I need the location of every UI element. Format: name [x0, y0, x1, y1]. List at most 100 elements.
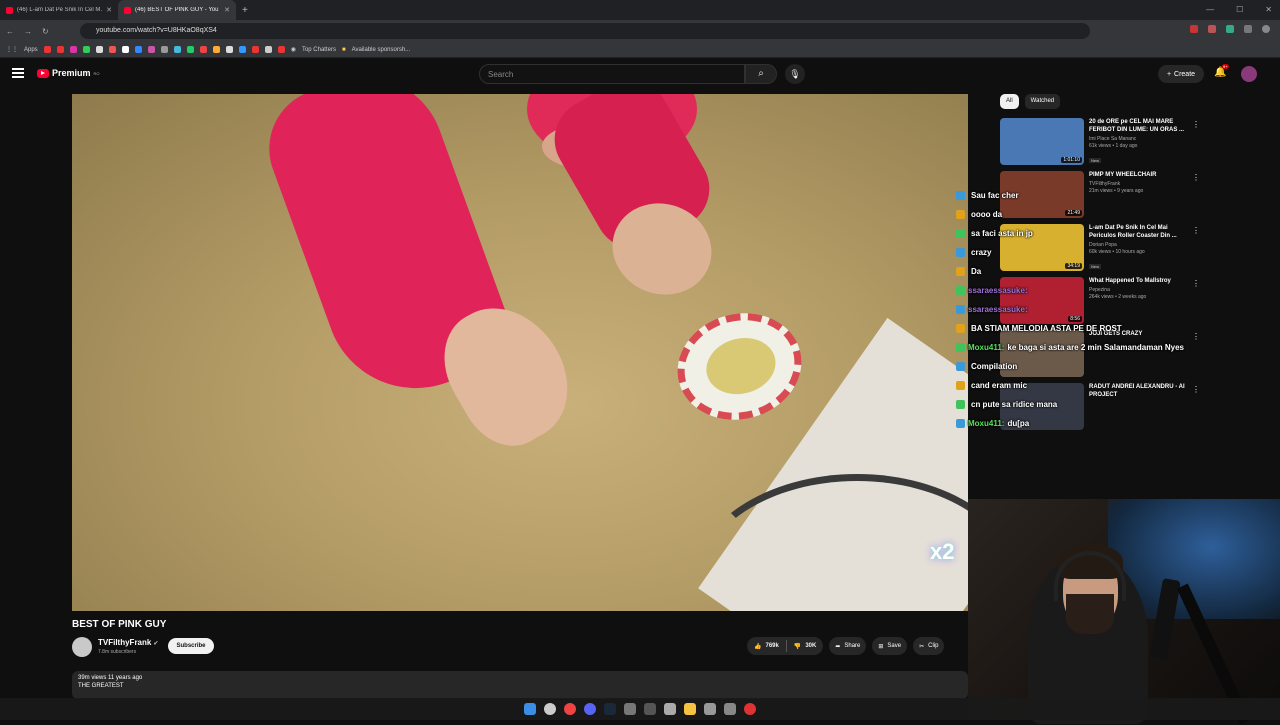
chat-username[interactable]: ssaraessasuke: [968, 286, 1028, 295]
back-icon[interactable]: ← [6, 27, 14, 36]
chip-all[interactable]: All [1000, 94, 1019, 109]
chat-message: ssaraessasuke: [956, 300, 1206, 319]
bookmark-icon[interactable] [277, 46, 285, 53]
subscribe-button[interactable]: Subscribe [168, 638, 214, 654]
dislike-button[interactable]: 👎 30K [787, 643, 824, 650]
app-icon[interactable] [664, 703, 676, 715]
chat-username[interactable]: Moxu411: [968, 343, 1004, 352]
more-options-icon[interactable]: ⋮ [1192, 120, 1200, 129]
bookmark-icon[interactable] [251, 46, 259, 53]
recommendation-title[interactable]: 20 de ORE pe CEL MAI MARE FERIBOT DIN LU… [1089, 118, 1194, 134]
like-button[interactable]: 👍 769k [747, 643, 786, 650]
channel-name[interactable]: TVFilthyFrank [98, 638, 151, 647]
extension-icon[interactable] [1226, 25, 1234, 33]
recommendation-channel[interactable]: Imi Place Sa Mananc [1089, 136, 1194, 142]
extension-icon[interactable] [1244, 25, 1252, 33]
new-tab-button[interactable]: + [242, 5, 248, 16]
window-close-icon[interactable]: ✕ [1265, 5, 1272, 14]
menu-icon[interactable] [12, 68, 24, 78]
chat-username[interactable]: ssaraessasuke: [968, 305, 1028, 314]
youtube-favicon-icon [6, 6, 13, 14]
view-meta: 39m views 11 years ago [78, 675, 143, 681]
browser-tab-active[interactable]: (46) BEST OF PINK GUY - YouTu... ✕ [118, 0, 236, 20]
chat-badge-icon [956, 210, 965, 219]
app-icon[interactable] [644, 703, 656, 715]
video-player[interactable]: x2 [72, 94, 968, 611]
taskbar-search-icon[interactable] [544, 703, 556, 715]
bookmark-icon[interactable] [134, 46, 142, 53]
bookmark-icon[interactable] [82, 46, 90, 53]
chat-text: Compilation [971, 362, 1018, 371]
discord-icon[interactable] [584, 703, 596, 715]
multiplier-badge: x2 [930, 539, 955, 564]
extension-icon[interactable] [1190, 25, 1198, 33]
browser-tab[interactable]: (46) L-am Dat Pe Snik In Cel M... ✕ [0, 0, 118, 20]
record-icon[interactable] [744, 703, 756, 715]
bookmark-sponsorships[interactable]: Available sponsorsh... [352, 47, 411, 53]
recommendation-title[interactable]: PIMP MY WHEELCHAIR [1089, 171, 1194, 179]
app-icon[interactable] [624, 703, 636, 715]
app-icon[interactable] [724, 703, 736, 715]
logo-text: Premium [52, 68, 91, 78]
windows-start-icon[interactable] [524, 703, 536, 715]
bookmark-icon[interactable] [147, 46, 155, 53]
extension-icon[interactable] [1208, 25, 1216, 33]
bookmark-icon[interactable] [56, 46, 64, 53]
bookmark-top-chatters[interactable]: Top Chatters [302, 47, 336, 53]
url-field[interactable]: youtube.com/watch?v=U8HKaO8qXS4 [80, 23, 1090, 39]
channel-name-row[interactable]: TVFilthyFrank ✔ [98, 638, 158, 647]
reload-icon[interactable]: ↻ [42, 27, 49, 36]
bookmark-icon[interactable] [95, 46, 103, 53]
close-tab-icon[interactable]: ✕ [106, 6, 112, 14]
bookmark-icon[interactable] [238, 46, 246, 53]
steam-icon[interactable] [604, 703, 616, 715]
avatar[interactable] [1241, 66, 1257, 82]
bookmark-icon[interactable] [199, 46, 207, 53]
recommendation-item[interactable]: 1:01:10 20 de ORE pe CEL MAI MARE FERIBOT… [1000, 118, 1210, 171]
bookmark-icon[interactable] [69, 46, 77, 53]
chip-watched[interactable]: Watched [1024, 94, 1061, 109]
bookmark-icon[interactable] [225, 46, 233, 53]
share-button[interactable]: ➦ Share [829, 637, 867, 655]
chat-message: Sau fac cher [956, 186, 1206, 205]
folder-icon[interactable] [684, 703, 696, 715]
voice-search-button[interactable]: 🎙 [785, 64, 805, 84]
subscriber-count: 7.8m subscribers [98, 649, 137, 655]
bookmark-icon[interactable] [264, 46, 272, 53]
close-tab-icon[interactable]: ✕ [224, 6, 230, 14]
bookmark-icon[interactable] [121, 46, 129, 53]
bookmark-apps[interactable]: Apps [24, 47, 38, 53]
chat-username[interactable]: Moxu411: [968, 419, 1004, 428]
minimize-icon[interactable]: — [1206, 5, 1214, 14]
bookmark-icon[interactable] [108, 46, 116, 53]
channel-avatar[interactable] [72, 637, 92, 657]
folder-icon: ■ [341, 46, 346, 53]
create-label: Create [1174, 70, 1196, 78]
video-thumbnail[interactable]: 1:01:10 [1000, 118, 1084, 165]
profile-icon[interactable] [1262, 25, 1270, 33]
apps-grid-icon[interactable]: ⋮⋮ [6, 46, 18, 53]
app-icon[interactable] [704, 703, 716, 715]
scissors-icon: ✂ [919, 643, 925, 650]
chrome-icon[interactable] [564, 703, 576, 715]
bookmark-icon[interactable] [173, 46, 181, 53]
create-button[interactable]: + Create [1158, 65, 1204, 83]
maximize-icon[interactable]: ☐ [1236, 5, 1243, 14]
chat-badge-icon [956, 267, 965, 276]
youtube-logo[interactable]: Premium RO [37, 68, 100, 78]
bookmark-icon[interactable] [212, 46, 220, 53]
stream-chat-overlay: Sau fac cher oooo da sa faci asta in jp cra… [956, 186, 1206, 433]
bookmark-icon[interactable] [43, 46, 51, 53]
bookmark-icon[interactable] [160, 46, 168, 53]
clip-button[interactable]: ✂ Clip [913, 637, 945, 655]
search-button[interactable]: ⌕ [745, 64, 777, 84]
chat-message: Compilation [956, 357, 1206, 376]
save-button[interactable]: ⊞ Save [872, 637, 908, 655]
chat-message: sa faci asta in jp [956, 224, 1206, 243]
forward-icon[interactable]: → [24, 27, 32, 36]
search-input[interactable]: Search [479, 64, 745, 84]
description-box[interactable]: 39m views 11 years ago THE GREATEST [72, 671, 968, 699]
bookmark-icon[interactable] [186, 46, 194, 53]
more-options-icon[interactable]: ⋮ [1192, 173, 1200, 182]
chat-message: crazy [956, 243, 1206, 262]
